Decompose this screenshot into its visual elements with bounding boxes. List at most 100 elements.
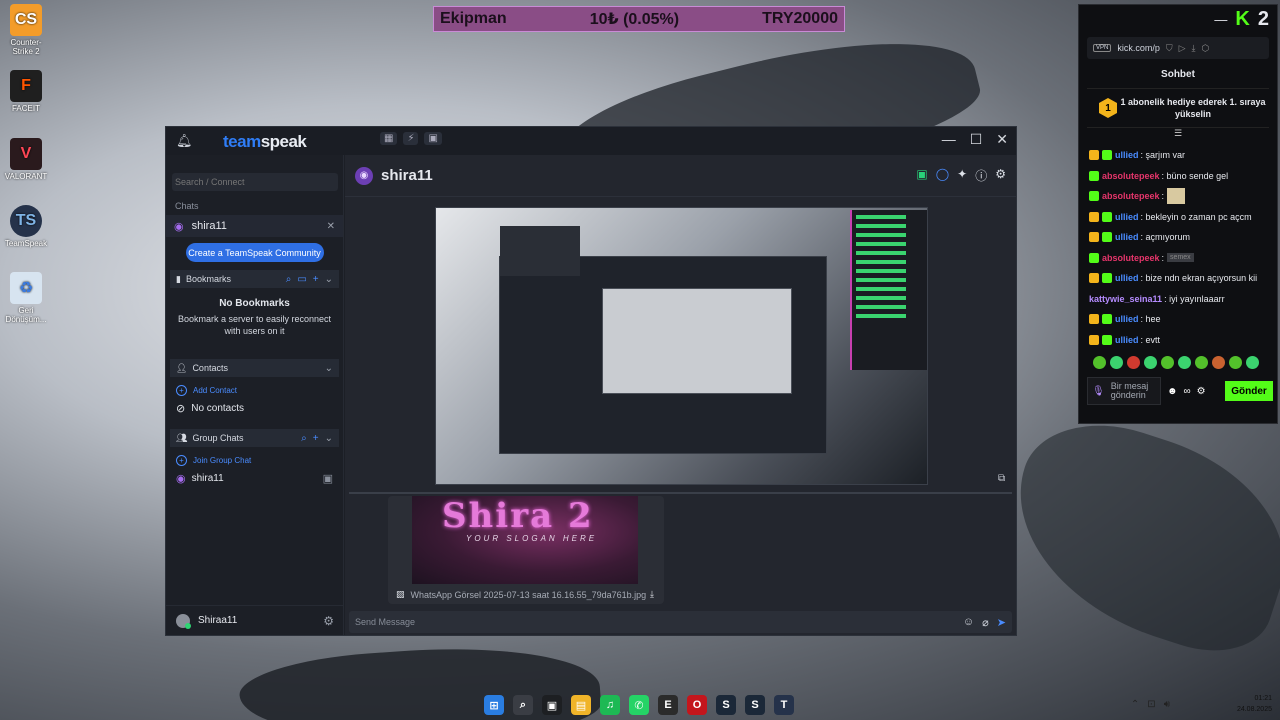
- kick-logo: K: [1235, 7, 1250, 30]
- sub-badge-icon: [1102, 334, 1112, 345]
- crown-badge-icon: [1089, 211, 1099, 222]
- maximize-button[interactable]: ☐: [970, 131, 983, 148]
- folder-icon[interactable]: ▭: [297, 274, 306, 285]
- send-button[interactable]: Gönder: [1225, 381, 1273, 401]
- clock[interactable]: 01:21 24.08.2025: [1237, 693, 1272, 715]
- teamspeak-icon[interactable]: T: [774, 695, 794, 715]
- search-input[interactable]: [172, 173, 338, 191]
- file-explorer-icon[interactable]: ▤: [571, 695, 591, 715]
- create-community-button[interactable]: Create a TeamSpeak Community: [185, 243, 324, 262]
- mic-icon[interactable]: 🎙︎: [1092, 386, 1105, 396]
- popout-icon[interactable]: ⧉: [998, 473, 1005, 484]
- group-chats-header[interactable]: 👥︎ Group Chats ⌕ + ⌄: [170, 429, 339, 447]
- screen-share-stream[interactable]: [435, 207, 928, 485]
- tray-icon[interactable]: ▣: [424, 132, 442, 145]
- desktop-icon-faceit[interactable]: F FACEIT: [2, 70, 50, 113]
- emote-icon[interactable]: [1229, 356, 1242, 369]
- bell-icon[interactable]: 🔔︎: [176, 133, 193, 149]
- app-icon[interactable]: ▣: [542, 695, 562, 715]
- shield-icon[interactable]: ⛉: [1166, 43, 1173, 54]
- wallpaper-rock: [987, 401, 1280, 669]
- extension-icon[interactable]: ⬡: [1202, 43, 1210, 54]
- minimize-button[interactable]: —: [1214, 12, 1227, 27]
- close-button[interactable]: ✕: [996, 131, 1008, 148]
- play-icon[interactable]: ▷: [1179, 43, 1186, 54]
- network-icon[interactable]: ⊡: [1147, 699, 1155, 710]
- chat-item-shira11[interactable]: ◉ shira11 ✕: [166, 215, 343, 237]
- tray-icon[interactable]: ▦: [380, 132, 398, 145]
- vpn-icon[interactable]: VPN: [1093, 44, 1112, 52]
- opera-icon[interactable]: O: [687, 695, 707, 715]
- url-bar[interactable]: VPN kick.com/p ⛉ ▷ ⤓ ⬡: [1087, 37, 1269, 59]
- close-chat-icon[interactable]: ✕: [327, 221, 335, 232]
- emote-icon[interactable]: [1093, 356, 1106, 369]
- emote-icon[interactable]: [1161, 356, 1174, 369]
- image-attachment[interactable]: Shira 2 YOUR SLOGAN HERE ▨ WhatsApp Görs…: [388, 496, 664, 604]
- emote-bar: [1093, 356, 1269, 369]
- emote-icon[interactable]: [1178, 356, 1191, 369]
- emote-icon[interactable]: [1212, 356, 1225, 369]
- channel-avatar-icon: ◉: [355, 166, 373, 185]
- whatsapp-icon[interactable]: ✆: [629, 695, 649, 715]
- resize-divider[interactable]: [349, 492, 1012, 494]
- screen-share-icon[interactable]: ▣: [916, 167, 927, 184]
- gear-icon[interactable]: ⚙: [323, 614, 334, 628]
- chat-bubble-icon[interactable]: ◯: [936, 167, 949, 184]
- send-icon[interactable]: ➤: [997, 616, 1006, 629]
- pin-icon[interactable]: ✦: [957, 167, 967, 184]
- chat-message: absolutepeek: büno sende gel: [1089, 166, 1277, 187]
- add-contact-link[interactable]: + Add Contact: [176, 385, 343, 396]
- chat-input[interactable]: 🎙︎ Bir mesaj gönderin: [1087, 377, 1161, 405]
- add-icon[interactable]: +: [313, 433, 319, 444]
- volume-icon[interactable]: 🔊︎: [1164, 699, 1170, 710]
- desktop-icon-counter-strike[interactable]: CS Counter-Strike 2: [2, 4, 50, 56]
- gear-icon[interactable]: ⚙: [995, 167, 1006, 184]
- faceit-icon: F: [10, 70, 42, 102]
- emoji-icon[interactable]: ☺: [963, 616, 974, 629]
- menu-icon[interactable]: ☰: [1079, 128, 1277, 139]
- download-icon[interactable]: ⤓: [1192, 43, 1196, 54]
- steam-icon[interactable]: S: [745, 695, 765, 715]
- contacts-header[interactable]: 👤︎ Contacts ⌄: [170, 359, 339, 377]
- avatar[interactable]: [176, 613, 191, 629]
- chevron-down-icon[interactable]: ⌄: [325, 363, 333, 374]
- add-icon[interactable]: +: [313, 274, 319, 285]
- search-icon[interactable]: ⌕: [513, 695, 533, 715]
- gift-banner[interactable]: 1 1 abonelik hediye ederek 1. sıraya yük…: [1087, 88, 1269, 128]
- emote-icon[interactable]: [1195, 356, 1208, 369]
- join-group-chat-link[interactable]: + Join Group Chat: [176, 455, 343, 466]
- attach-icon[interactable]: ⌀: [982, 616, 989, 629]
- chevron-up-icon[interactable]: ⌃: [1131, 699, 1139, 710]
- chevron-down-icon[interactable]: ⌄: [325, 274, 333, 285]
- person-icon: 👤︎: [176, 362, 188, 373]
- steam-icon[interactable]: S: [716, 695, 736, 715]
- tray-icon[interactable]: ⚡: [403, 132, 419, 145]
- search-icon[interactable]: ⌕: [286, 274, 292, 285]
- gear-icon[interactable]: ⚙: [1197, 386, 1206, 397]
- desktop-icon-recycle-bin[interactable]: ♻ Geri Dönüşüm...: [2, 272, 50, 324]
- minimize-button[interactable]: —: [942, 131, 956, 148]
- download-icon[interactable]: ⤓: [650, 589, 654, 600]
- windows-start-icon[interactable]: ⊞: [484, 695, 504, 715]
- emoji-icon[interactable]: ☻: [1167, 386, 1178, 397]
- group-chat-item[interactable]: ◉ shira11 ▣: [176, 472, 343, 485]
- search-icon[interactable]: ⌕: [301, 433, 307, 444]
- title-bar[interactable]: 🔔︎ teamspeak ▦ ⚡ ▣ — ☐ ✕: [166, 127, 1016, 155]
- infinity-icon[interactable]: ∞: [1184, 386, 1191, 397]
- emote-icon[interactable]: [1246, 356, 1259, 369]
- chevron-down-icon[interactable]: ⌄: [325, 433, 333, 444]
- spotify-icon[interactable]: ♫: [600, 695, 620, 715]
- bookmarks-header[interactable]: ▮ Bookmarks ⌕ ▭ + ⌄: [170, 270, 339, 288]
- emote-icon[interactable]: [1144, 356, 1157, 369]
- crown-badge-icon: [1089, 314, 1099, 325]
- emote-icon[interactable]: [1127, 356, 1140, 369]
- emote-icon[interactable]: [1110, 356, 1123, 369]
- desktop-icon-valorant[interactable]: V VALORANT: [2, 138, 50, 181]
- desktop-icon-teamspeak[interactable]: TS TeamSpeak: [2, 205, 50, 248]
- screen-share-icon[interactable]: ▣: [323, 472, 333, 485]
- epic-games-icon[interactable]: E: [658, 695, 678, 715]
- rank-badge-icon: 1: [1099, 98, 1117, 118]
- chat-message: absolutepeek: semex: [1089, 248, 1277, 269]
- info-icon[interactable]: ⓘ: [975, 167, 987, 184]
- message-input[interactable]: [355, 617, 963, 627]
